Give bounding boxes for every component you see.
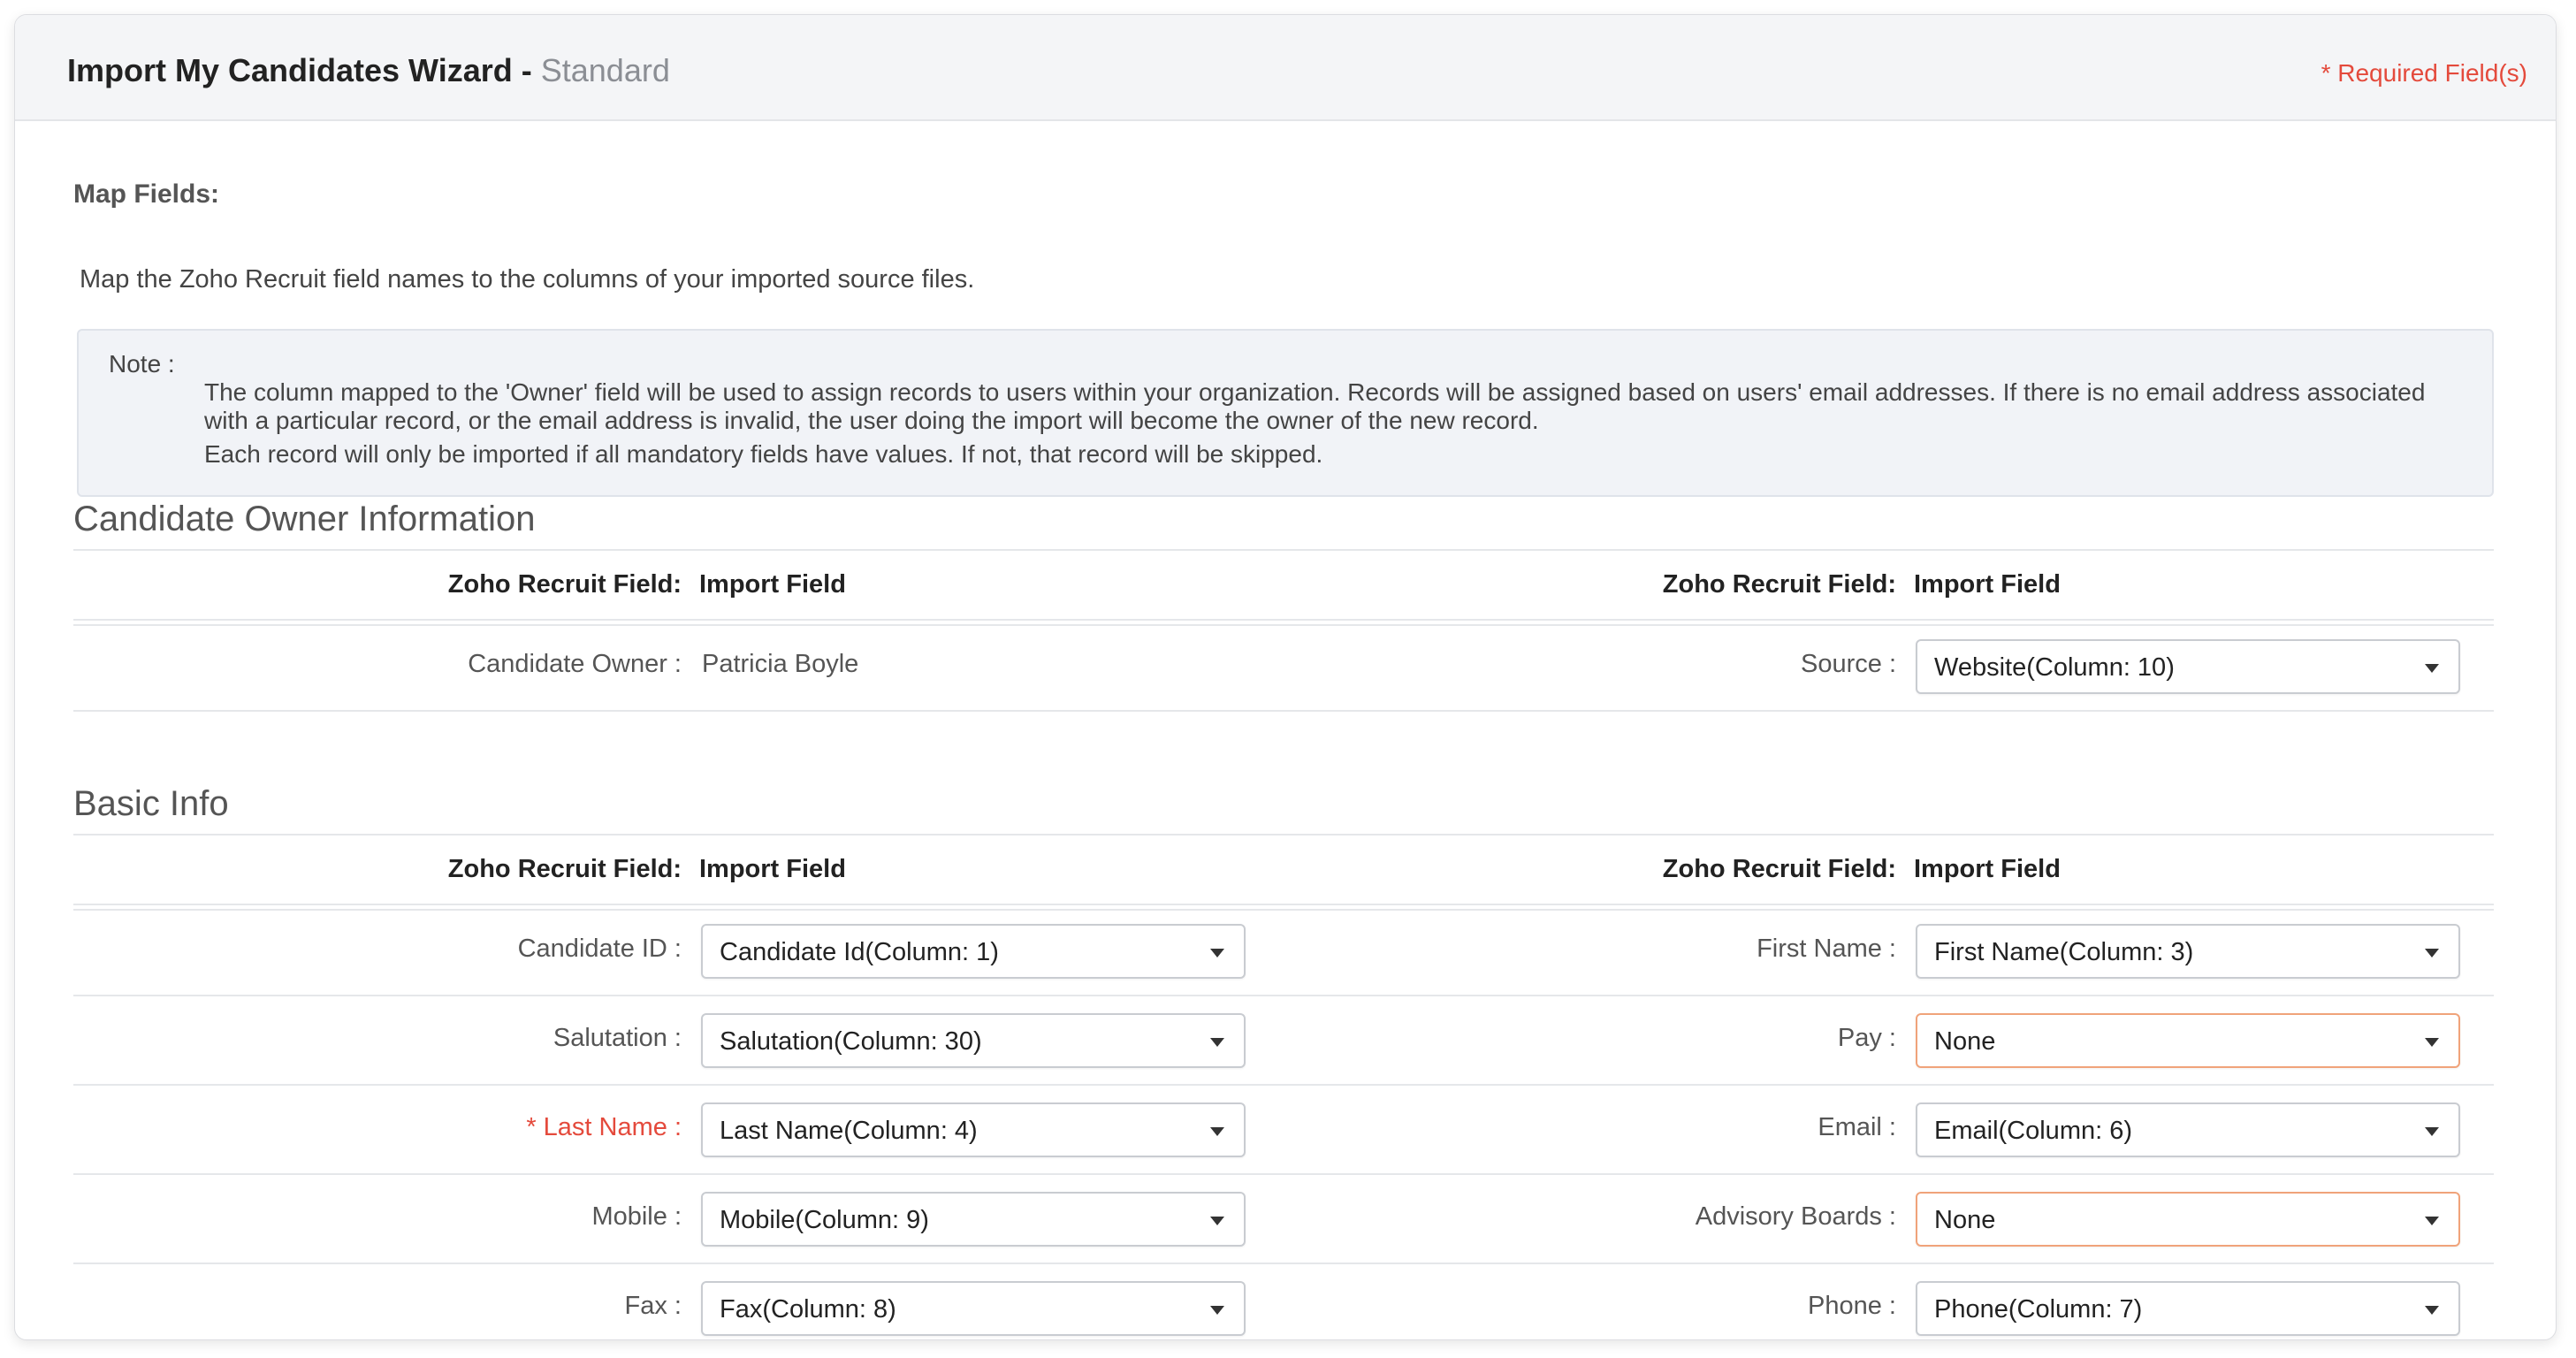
salutation-select[interactable]: Salutation(Column: 30) [701,1013,1246,1068]
pay-select-value: None [1934,1027,1996,1056]
first-name-select-value: First Name(Column: 3) [1934,938,2194,966]
salutation-label: Salutation : [553,1024,682,1052]
pay-select[interactable]: None [1916,1013,2460,1068]
chevron-down-icon [2425,949,2439,957]
row-divider [73,1084,2494,1086]
wizard-title: Import My Candidates Wizard - Standard [67,52,670,89]
map-fields-label: Map Fields: [73,179,220,209]
phone-label: Phone : [1808,1292,1896,1320]
candidate-id-select[interactable]: Candidate Id(Column: 1) [701,924,1246,979]
candidate-owner-value: Patricia Boyle [702,650,859,678]
chevron-down-icon [2425,664,2439,673]
source-label: Source : [1801,650,1896,678]
candidate-owner-label: Candidate Owner : [468,650,682,678]
email-select-value: Email(Column: 6) [1934,1117,2132,1145]
zoho-field-header-left: Zoho Recruit Field: [447,855,682,883]
chevron-down-icon [1210,1217,1224,1225]
chevron-down-icon [1210,1306,1224,1315]
row-divider [73,1263,2494,1264]
owner-section-divider [73,549,2494,551]
chevron-down-icon [1210,1127,1224,1136]
chevron-down-icon [1210,1038,1224,1047]
zoho-field-header-left: Zoho Recruit Field: [447,570,682,599]
advisory-boards-label: Advisory Boards : [1695,1202,1896,1231]
owner-row-divider [73,710,2494,712]
first-name-label: First Name : [1757,935,1896,963]
required-fields-note: * Required Field(s) [2321,59,2527,87]
last-name-select-value: Last Name(Column: 4) [720,1117,978,1145]
chevron-down-icon [2425,1127,2439,1136]
mobile-select[interactable]: Mobile(Column: 9) [701,1192,1246,1247]
import-field-header-left: Import Field [699,570,846,599]
owner-header-divider [73,619,2494,626]
wizard-mode: Standard [540,52,670,88]
mobile-label: Mobile : [591,1202,682,1231]
import-field-header-left: Import Field [699,855,846,883]
wizard-header: Import My Candidates Wizard - Standard *… [15,15,2556,121]
basic-section-divider [73,834,2494,835]
fax-label: Fax : [624,1292,682,1320]
import-field-header-right: Import Field [1914,855,2061,883]
basic-header-divider [73,904,2494,911]
fax-select-value: Fax(Column: 8) [720,1295,896,1324]
first-name-select[interactable]: First Name(Column: 3) [1916,924,2460,979]
zoho-field-header-right: Zoho Recruit Field: [1662,855,1896,883]
note-line-1: The column mapped to the 'Owner' field w… [204,378,2426,406]
mobile-select-value: Mobile(Column: 9) [720,1206,929,1234]
email-label: Email : [1818,1113,1896,1141]
pay-label: Pay : [1837,1024,1896,1052]
row-divider [73,995,2494,996]
note-title: Note : [109,350,175,378]
last-name-select[interactable]: Last Name(Column: 4) [701,1102,1246,1157]
owner-section-title: Candidate Owner Information [73,500,536,538]
chevron-down-icon [2425,1306,2439,1315]
candidate-id-select-value: Candidate Id(Column: 1) [720,938,999,966]
import-wizard-panel: Import My Candidates Wizard - Standard *… [14,14,2557,1340]
wizard-title-text: Import My Candidates Wizard [67,52,513,88]
salutation-select-value: Salutation(Column: 30) [720,1027,982,1056]
note-line-2: with a particular record, or the email a… [204,407,1539,434]
import-field-header-right: Import Field [1914,570,2061,599]
phone-select-value: Phone(Column: 7) [1934,1295,2143,1324]
basic-info-title: Basic Info [73,784,229,823]
source-select[interactable]: Website(Column: 10) [1916,639,2460,694]
last-name-label: * Last Name : [526,1113,682,1141]
note-line-3: Each record will only be imported if all… [204,440,1323,468]
note-box: Note : The column mapped to the 'Owner' … [77,329,2494,497]
candidate-id-label: Candidate ID : [517,935,682,963]
title-separator: - [512,52,541,88]
chevron-down-icon [2425,1038,2439,1047]
zoho-field-header-right: Zoho Recruit Field: [1662,570,1896,599]
fax-select[interactable]: Fax(Column: 8) [701,1281,1246,1336]
source-select-value: Website(Column: 10) [1934,653,2175,682]
advisory-boards-select-value: None [1934,1206,1996,1234]
chevron-down-icon [1210,949,1224,957]
advisory-boards-select[interactable]: None [1916,1192,2460,1247]
map-fields-description: Map the Zoho Recruit field names to the … [80,265,975,294]
chevron-down-icon [2425,1217,2439,1225]
phone-select[interactable]: Phone(Column: 7) [1916,1281,2460,1336]
email-select[interactable]: Email(Column: 6) [1916,1102,2460,1157]
row-divider [73,1173,2494,1175]
